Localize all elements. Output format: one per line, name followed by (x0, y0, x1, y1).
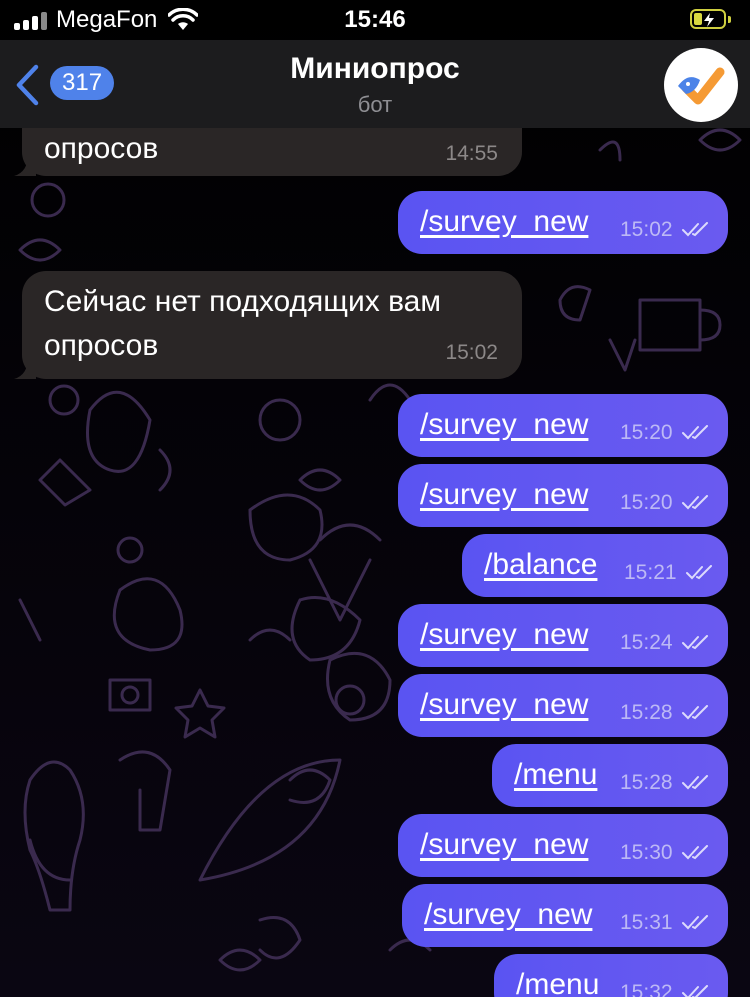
double-check-icon (682, 425, 709, 440)
message-outgoing[interactable]: /survey_new 15:20 (398, 464, 728, 527)
message-text-line: опросов (44, 132, 159, 165)
message-outgoing[interactable]: /menu 15:28 (492, 744, 728, 807)
chat-header: 317 Миниопрос бот (0, 40, 750, 128)
message-time: 15:02 (445, 341, 498, 364)
message-outgoing[interactable]: /menu 15:32 (494, 954, 728, 997)
message-time: 15:20 (620, 421, 673, 444)
message-time: 15:31 (620, 911, 673, 934)
clock: 15:46 (344, 6, 406, 33)
message-time: 15:28 (620, 771, 673, 794)
command-link[interactable]: /menu (514, 758, 597, 792)
command-link[interactable]: /survey_new (420, 478, 588, 512)
message-time-status: 15:31 (620, 911, 710, 935)
command-link[interactable]: /survey_new (424, 898, 592, 932)
command-link[interactable]: /survey_new (420, 828, 588, 862)
double-check-icon (682, 635, 709, 650)
message-time-status: 15:32 (620, 981, 710, 997)
message-incoming[interactable]: Сейчас нет подходящих вам опросов 15:02 (14, 271, 522, 379)
message-time: 15:21 (624, 561, 677, 584)
command-link[interactable]: /survey_new (420, 618, 588, 652)
command-link[interactable]: /survey_new (420, 688, 588, 722)
message-incoming[interactable]: опросов 14:55 (14, 128, 522, 176)
message-outgoing[interactable]: /survey_new 15:28 (398, 674, 728, 737)
message-outgoing[interactable]: /survey_new 15:30 (398, 814, 728, 877)
message-time-status: 15:28 (620, 701, 710, 725)
bird-checkmark-logo (678, 67, 725, 105)
message-time: 15:30 (620, 841, 673, 864)
double-check-icon (682, 222, 709, 237)
message-time: 15:24 (620, 631, 673, 654)
command-link[interactable]: /menu (516, 968, 599, 997)
status-bar: MegaFon 15:46 (0, 0, 750, 40)
battery-charging-icon (690, 9, 731, 29)
message-outgoing[interactable]: /survey_new 15:31 (402, 884, 728, 947)
chat-title[interactable]: Миниопрос (0, 52, 750, 86)
double-check-icon (682, 775, 709, 790)
command-link[interactable]: /survey_new (420, 408, 588, 442)
message-time-status: 15:21 (624, 561, 714, 585)
message-time: 15:28 (620, 701, 673, 724)
message-time: 15:02 (620, 218, 673, 241)
message-time-status: 15:30 (620, 841, 710, 865)
chat-subtitle: бот (357, 92, 393, 117)
message-time-status: 15:24 (620, 631, 710, 655)
message-outgoing[interactable]: /survey_new 15:02 (398, 191, 728, 254)
double-check-icon (686, 565, 713, 580)
message-list[interactable]: опросов 14:55 /survey_new 15:02 Сейчас н… (0, 128, 750, 997)
message-outgoing[interactable]: /survey_new 15:24 (398, 604, 728, 667)
double-check-icon (682, 495, 709, 510)
double-check-icon (682, 705, 709, 720)
double-check-icon (682, 845, 709, 860)
message-outgoing[interactable]: /balance 15:21 (462, 534, 728, 597)
avatar[interactable] (664, 48, 738, 122)
message-time-status: 15:02 (620, 218, 710, 242)
message-text-line: опросов (44, 329, 159, 362)
double-check-icon (682, 985, 709, 997)
message-time-status: 15:20 (620, 491, 710, 515)
command-link[interactable]: /survey_new (420, 205, 588, 239)
message-outgoing[interactable]: /survey_new 15:20 (398, 394, 728, 457)
command-link[interactable]: /balance (484, 548, 597, 582)
message-time: 15:32 (620, 981, 673, 997)
message-time: 15:20 (620, 491, 673, 514)
message-text-line: Сейчас нет подходящих вам (44, 285, 441, 318)
message-time-status: 15:20 (620, 421, 710, 445)
message-time-status: 15:28 (620, 771, 710, 795)
message-time: 14:55 (445, 142, 498, 165)
double-check-icon (682, 915, 709, 930)
